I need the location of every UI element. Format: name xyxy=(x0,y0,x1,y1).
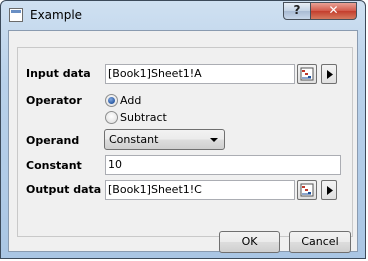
operand-dropdown[interactable]: Constant xyxy=(104,129,225,150)
operand-label: Operand xyxy=(26,134,80,147)
input-data-field[interactable]: [Book1]Sheet1!A xyxy=(105,64,295,84)
range-select-icon xyxy=(300,67,314,81)
help-button[interactable]: ? xyxy=(283,2,311,20)
triangle-right-icon xyxy=(327,186,333,195)
input-data-menu-button[interactable] xyxy=(321,64,337,84)
input-data-range-picker-button[interactable] xyxy=(297,64,317,84)
output-data-field[interactable]: [Book1]Sheet1!C xyxy=(105,180,295,200)
chevron-down-icon xyxy=(210,138,218,142)
window-app-icon xyxy=(9,8,23,22)
output-data-range-picker-button[interactable] xyxy=(297,180,317,200)
dialog-window: Example ? ✕ Input data [Book1]Sheet1!A O… xyxy=(0,0,366,259)
input-data-label: Input data xyxy=(26,67,91,80)
range-select-icon xyxy=(300,183,314,197)
constant-field[interactable]: 10 xyxy=(105,155,341,175)
operator-subtract-label[interactable]: Subtract xyxy=(120,111,167,124)
output-data-label: Output data xyxy=(26,183,102,196)
operator-add-label[interactable]: Add xyxy=(120,94,141,107)
output-data-menu-button[interactable] xyxy=(321,180,337,200)
constant-label: Constant xyxy=(26,159,82,172)
close-button[interactable]: ✕ xyxy=(310,2,357,20)
settings-group-box: Input data [Book1]Sheet1!A Operator Add … xyxy=(17,47,353,237)
triangle-right-icon xyxy=(327,70,333,79)
cancel-button[interactable]: Cancel xyxy=(289,231,351,253)
operator-label: Operator xyxy=(26,94,82,107)
dialog-client-area: Input data [Book1]Sheet1!A Operator Add … xyxy=(8,30,358,253)
title-bar[interactable]: Example ? ✕ xyxy=(1,1,367,30)
operand-selected-value: Constant xyxy=(109,133,159,146)
operator-add-radio[interactable] xyxy=(105,94,118,107)
window-title: Example xyxy=(30,8,83,22)
operator-subtract-radio[interactable] xyxy=(105,111,118,124)
ok-button[interactable]: OK xyxy=(219,231,280,253)
